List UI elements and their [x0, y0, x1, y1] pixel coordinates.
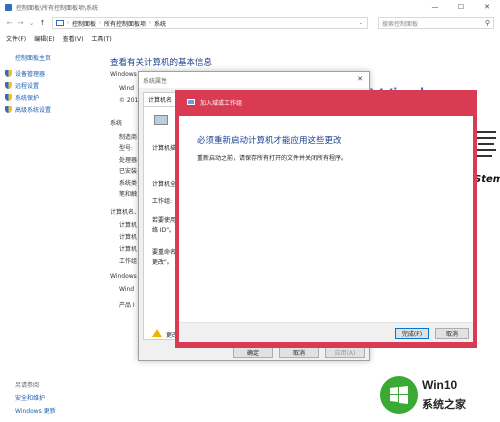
watermark-subtitle: 系统之家 [422, 398, 466, 411]
search-icon: ⚲ [484, 19, 490, 27]
forward-arrow-icon[interactable]: → [15, 18, 26, 29]
menu-edit[interactable]: 编辑(E) [34, 34, 54, 43]
page-title: 查看有关计算机的基本信息 [110, 58, 213, 68]
minimize-button[interactable]: — [422, 0, 448, 14]
address-dropdown-icon[interactable]: ⌄ [359, 20, 363, 26]
sidebar-item-device-manager[interactable]: 设备管理器 [5, 69, 45, 78]
restart-dialog-footer: 完成(F) 取消 [179, 322, 473, 342]
restart-message: 重新启动之前，请保存所有打开的文件并关闭所有程序。 [197, 155, 348, 162]
menu-bar: 文件(F) 编辑(E) 查看(V) 工具(T) [0, 32, 500, 44]
breadcrumb-control-panel[interactable]: 控制面板 [72, 19, 96, 28]
restart-dialog-titlebar: 加入域或工作组 [179, 94, 473, 110]
rename-text: 更改"。 [152, 259, 173, 266]
cancel-button[interactable]: 取消 [279, 347, 319, 358]
link-security-maintenance[interactable]: 安全和维护 [15, 393, 45, 402]
windows-logo-icon [380, 376, 418, 414]
computer-icon [154, 115, 168, 125]
sidebar-item-remote-settings[interactable]: 远程设置 [5, 81, 39, 90]
breadcrumb-all-items[interactable]: 所有控制面板项 [104, 19, 146, 28]
sidebar: 控制面板主页 设备管理器 远程设置 系统保护 高级系统设置 另请参阅 安全和维护… [0, 44, 102, 422]
vendor-logo-text: Stem [474, 174, 500, 185]
search-input[interactable]: 搜索控制面板 ⚲ [378, 17, 494, 29]
sidebar-item-system-protection[interactable]: 系统保护 [5, 93, 39, 102]
shield-icon [5, 94, 12, 101]
system-row: 处理器 [119, 157, 138, 164]
shield-icon [5, 82, 12, 89]
address-bar-row: ← → ⌄ ↑ › 控制面板 › 所有控制面板项 › 系统 ⌄ 搜索控制面板 ⚲ [0, 14, 500, 32]
computer-row: 计算机 [119, 246, 138, 253]
restart-required-dialog: 加入域或工作组 必须重新启动计算机才能应用这些更改 重新启动之前，请保存所有打开… [175, 90, 477, 348]
see-also-heading: 另请参阅 [15, 382, 40, 389]
shield-icon [5, 70, 12, 77]
restart-heading: 必须重新启动计算机才能应用这些更改 [197, 136, 342, 146]
maximize-button[interactable]: ☐ [448, 0, 474, 14]
menu-view[interactable]: 查看(V) [63, 34, 84, 43]
tab-computer-name[interactable]: 计算机名 [143, 92, 178, 107]
activation-row: Wind [119, 286, 135, 293]
section-system: 系统 [110, 120, 123, 127]
up-arrow-icon[interactable]: ↑ [37, 18, 48, 29]
system-row: 已安装 [119, 168, 138, 175]
apply-button[interactable]: 应用(A) [325, 347, 365, 358]
back-arrow-icon[interactable]: ← [4, 18, 15, 29]
history-chevron-icon[interactable]: ⌄ [26, 18, 37, 29]
close-icon[interactable]: ✕ [357, 75, 363, 83]
dialog-title: 系统属性 [143, 77, 168, 85]
monitor-icon [56, 20, 64, 26]
window-title: 控制面板\所有控制面板项\系统 [16, 4, 99, 12]
menu-tools[interactable]: 工具(T) [91, 34, 111, 43]
section-edition: Windows [110, 71, 137, 78]
sidebar-home-link[interactable]: 控制面板主页 [15, 53, 51, 62]
sidebar-item-advanced-settings[interactable]: 高级系统设置 [5, 105, 51, 114]
section-computer-name: 计算机名、 [110, 209, 141, 216]
watermark-brand: Win10 [422, 378, 458, 392]
system-row: 系统类 [119, 180, 138, 187]
shield-icon [5, 106, 12, 113]
dialog-titlebar: 系统属性 ✕ [139, 72, 369, 88]
section-activation: Windows [110, 273, 137, 280]
control-panel-icon [5, 3, 12, 11]
restart-dialog-body: 必须重新启动计算机才能应用这些更改 重新启动之前，请保存所有打开的文件并关闭所有… [179, 116, 473, 342]
activation-row: 产品 I [119, 302, 135, 309]
menu-file[interactable]: 文件(F) [6, 34, 26, 43]
address-field[interactable]: › 控制面板 › 所有控制面板项 › 系统 ⌄ [52, 17, 368, 29]
computer-row: 计算机 [119, 234, 138, 241]
workgroup-label: 工作组: [152, 198, 173, 205]
system-row: 制造商 [119, 134, 138, 141]
computer-row: 工作组 [119, 258, 138, 265]
window-titlebar: 控制面板\所有控制面板项\系统 — ☐ ✕ [0, 0, 500, 14]
ok-button[interactable]: 确定 [233, 347, 273, 358]
system-row: 笔和触 [119, 191, 138, 198]
watermark: Win10 系统之家 [376, 374, 496, 416]
network-icon [187, 99, 195, 105]
finish-button[interactable]: 完成(F) [395, 328, 429, 339]
close-button[interactable]: ✕ [474, 0, 500, 14]
edition-row: © 201 [119, 97, 139, 104]
warning-icon [152, 329, 162, 337]
breadcrumb-system[interactable]: 系统 [154, 19, 166, 28]
cancel-button[interactable]: 取消 [435, 328, 469, 339]
computer-row: 计算机 [119, 222, 138, 229]
link-windows-update[interactable]: Windows 更新 [15, 406, 56, 415]
restart-dialog-title: 加入域或工作组 [200, 99, 243, 107]
rename-text: 络 ID"。 [152, 227, 176, 234]
edition-row: Wind [119, 85, 135, 92]
system-row: 型号: [119, 145, 134, 152]
